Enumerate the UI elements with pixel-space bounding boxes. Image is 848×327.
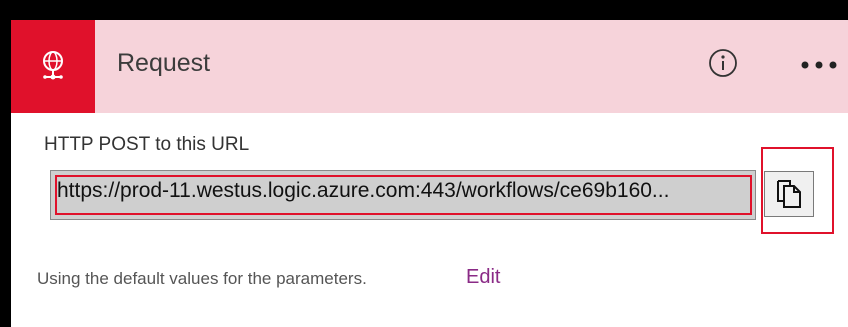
url-value[interactable]: https://prod-11.westus.logic.azure.com:4… [57, 179, 741, 203]
request-trigger-card: Request HTTP POST to this URL https://pr… [11, 20, 848, 327]
info-icon[interactable] [707, 47, 739, 79]
url-label: HTTP POST to this URL [44, 134, 250, 155]
copy-url-button[interactable] [764, 171, 814, 217]
card-header[interactable]: Request [11, 20, 848, 113]
globe-network-icon [43, 50, 63, 79]
url-field[interactable]: https://prod-11.westus.logic.azure.com:4… [50, 170, 756, 220]
card-title: Request [117, 49, 211, 77]
parameters-note: Using the default values for the paramet… [37, 269, 367, 288]
copy-icon [777, 180, 801, 208]
more-icon[interactable] [799, 58, 839, 72]
edit-link[interactable]: Edit [466, 266, 500, 289]
window-frame: Request HTTP POST to this URL https://pr… [0, 0, 848, 327]
trigger-icon-tile [11, 20, 95, 113]
